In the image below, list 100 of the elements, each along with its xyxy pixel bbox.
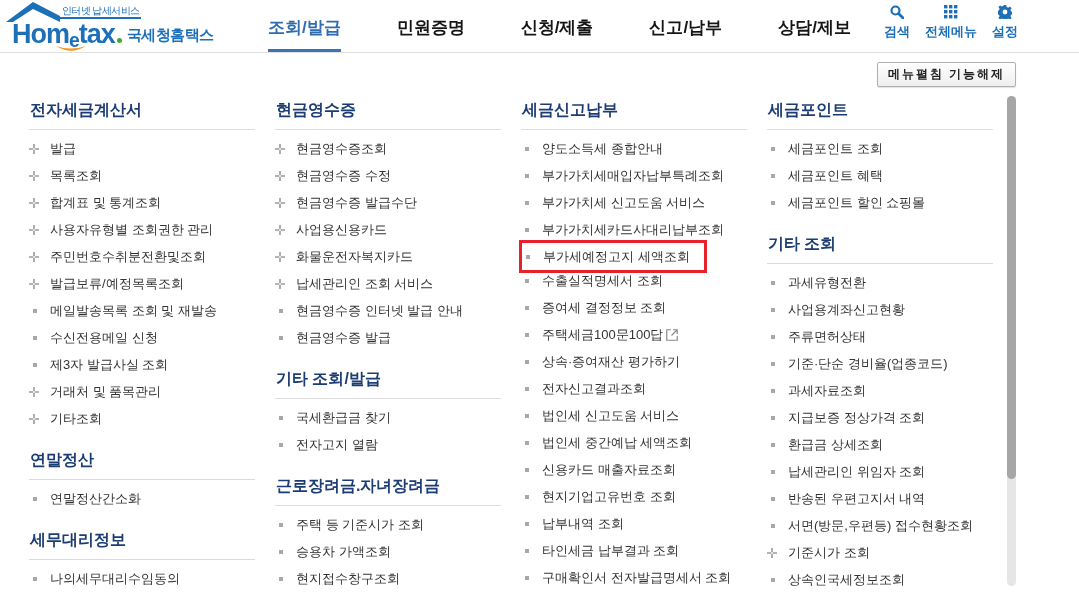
square-bullet-icon [525, 467, 529, 472]
menu-link[interactable]: 사용자유형별 조회권한 관리 [29, 216, 214, 243]
menu-link[interactable]: 세금포인트 혜택 [767, 162, 883, 189]
menu-link[interactable]: 과세자료조회 [767, 377, 866, 404]
menu-link[interactable]: 납세관리인 위임자 조회 [767, 458, 926, 485]
menu-collapse-toggle-button[interactable]: 메뉴펼침 기능해제 [876, 62, 1016, 87]
menu-link[interactable]: 현금영수증 발급수단 [275, 189, 417, 216]
menu-link[interactable]: 현금영수증 수정 [275, 162, 391, 189]
menu-link[interactable]: 납세관리인 조회 서비스 [275, 270, 434, 297]
section-heading: 기타 조회/발급 [276, 369, 381, 389]
menu-link[interactable]: 거래처 및 품목관리 [29, 378, 162, 405]
menu-link[interactable]: 납부내역 조회 [521, 510, 624, 537]
nav-tab[interactable]: 신청/제출 [520, 0, 594, 52]
menu-link[interactable]: 현금영수증조회 [275, 135, 387, 162]
menu-link[interactable]: 세금포인트 할인 쇼핑몰 [767, 189, 926, 216]
square-bullet-icon [771, 523, 775, 528]
menu-link[interactable]: 부가세예정고지 세액조회 [519, 240, 707, 273]
square-bullet-icon [279, 576, 283, 581]
menu-link[interactable]: 주류면허상태 [767, 323, 866, 350]
menu-link[interactable]: 반송된 우편고지서 내역 [767, 485, 926, 512]
menu-link[interactable]: 부가가치세매입자납부특례조회 [521, 162, 724, 189]
square-bullet-icon [771, 496, 775, 501]
menu-link[interactable]: 현지기업고유번호 조회 [521, 483, 676, 510]
menu-link[interactable]: 현지접수창구조회 [275, 565, 400, 592]
menu-link[interactable]: 부가가치세카드사대리납부조회 [521, 216, 724, 243]
menu-link[interactable]: 기타조회 [29, 405, 102, 432]
menu-link[interactable]: 전자고지 열람 [275, 431, 378, 458]
site-name: 국세청홈택스 [126, 26, 214, 44]
nav-tab[interactable]: 상담/제보 [778, 0, 851, 52]
square-bullet-icon [771, 307, 775, 312]
scrollbar-thumb[interactable] [1007, 96, 1016, 479]
logo-dot-icon [116, 38, 122, 43]
plus-icon [275, 224, 285, 235]
square-bullet-icon [33, 335, 37, 340]
menu-link[interactable]: 과세유형전환 [767, 269, 866, 296]
menu-link[interactable]: 기준시가 조회 [767, 539, 870, 566]
menu-link[interactable]: 법인세 중간예납 세액조회 [521, 429, 693, 456]
nav-tab[interactable]: 민원증명 [396, 0, 465, 52]
menu-link[interactable]: 상속인국세정보조회 [767, 566, 905, 593]
menu-link[interactable]: 법인세 신고도움 서비스 [521, 402, 680, 429]
all-menu-button[interactable]: 전체메뉴 [925, 0, 977, 44]
square-bullet-icon [525, 305, 529, 310]
menu-link[interactable]: 목록조회 [29, 162, 102, 189]
scrollbar-track[interactable] [1007, 96, 1016, 586]
square-bullet-icon [279, 308, 283, 313]
menu-link[interactable]: 구매확인서 전자발급명세서 조회 [521, 564, 732, 591]
menu-link[interactable]: 사업용계좌신고현황 [767, 296, 905, 323]
menu-link[interactable]: 증여세 결정정보 조회 [521, 294, 667, 321]
search-icon [890, 5, 904, 19]
external-link-icon [666, 328, 679, 341]
plus-icon [275, 170, 285, 181]
settings-button[interactable]: 설정 [992, 0, 1018, 44]
square-bullet-icon [33, 496, 37, 501]
menu-link[interactable]: 현금영수증 발급 [275, 324, 391, 351]
menu-link[interactable]: 합계표 및 통계조회 [29, 189, 162, 216]
menu-link[interactable]: 세금포인트 조회 [767, 135, 883, 162]
menu-link[interactable]: 화물운전자복지카드 [275, 243, 413, 270]
square-bullet-icon [771, 280, 775, 285]
nav-tab[interactable]: 조회/발급 [268, 0, 341, 52]
square-bullet-icon [771, 200, 775, 205]
menu-link[interactable]: 환급금 상세조회 [767, 431, 883, 458]
menu-link[interactable]: 연말정산간소화 [29, 485, 141, 512]
menu-link[interactable]: 타인세금 납부결과 조회 [521, 537, 680, 564]
menu-link[interactable]: 양도소득세 종합안내 [521, 135, 663, 162]
square-bullet-icon [771, 361, 775, 366]
menu-link[interactable]: 현금영수증 인터넷 발급 안내 [275, 297, 463, 324]
square-bullet-icon [33, 576, 37, 581]
square-bullet-icon [525, 332, 529, 337]
menu-link[interactable]: 제3자 발급사실 조회 [29, 351, 169, 378]
menu-link[interactable]: 국세환급금 찾기 [275, 404, 391, 431]
square-bullet-icon [525, 146, 529, 151]
menu-link[interactable]: 승용차 가액조회 [275, 538, 391, 565]
logo-tagline: 인터넷 납세서비스 [60, 5, 142, 19]
menu-link[interactable]: 기준·단순 경비율(업종코드) [767, 350, 948, 377]
menu-link[interactable]: 주택세금100문100답 [521, 321, 679, 348]
menu-link[interactable]: 수신전용메일 신청 [29, 324, 158, 351]
section-heading: 세무대리정보 [30, 530, 126, 550]
menu-link[interactable]: 신용카드 매출자료조회 [521, 456, 676, 483]
square-bullet-icon [525, 413, 529, 418]
menu-link[interactable]: 메일발송목록 조회 및 재발송 [29, 297, 217, 324]
section-heading: 기타 조회 [768, 234, 837, 254]
menu-link[interactable]: 서면(방문,우편등) 접수현황조회 [767, 512, 973, 539]
menu-link[interactable]: 주택 등 기준시가 조회 [275, 511, 424, 538]
search-button[interactable]: 검색 [884, 0, 910, 44]
menu-link[interactable]: 발급 [29, 135, 76, 162]
nav-tab[interactable]: 신고/납부 [649, 0, 723, 52]
menu-link[interactable]: 나의세무대리수임동의 [29, 565, 180, 592]
section-heading: 세금포인트 [768, 100, 848, 120]
square-bullet-icon [525, 386, 529, 391]
plus-icon [29, 251, 39, 262]
plus-icon [29, 170, 39, 181]
menu-link[interactable]: 부가가치세 신고도움 서비스 [521, 189, 706, 216]
menu-link[interactable]: 상속·증여재산 평가하기 [521, 348, 680, 375]
square-bullet-icon [526, 254, 530, 259]
menu-link[interactable]: 전자신고결과조회 [521, 375, 646, 402]
menu-link[interactable]: 지급보증 정상가격 조회 [767, 404, 926, 431]
menu-link[interactable]: 주민번호수취분전환및조회 [29, 243, 206, 270]
menu-link[interactable]: 발급보류/예정목록조회 [29, 270, 184, 297]
menu-link[interactable]: 사업용신용카드 [275, 216, 387, 243]
section-heading: 전자세금계산서 [30, 100, 142, 120]
